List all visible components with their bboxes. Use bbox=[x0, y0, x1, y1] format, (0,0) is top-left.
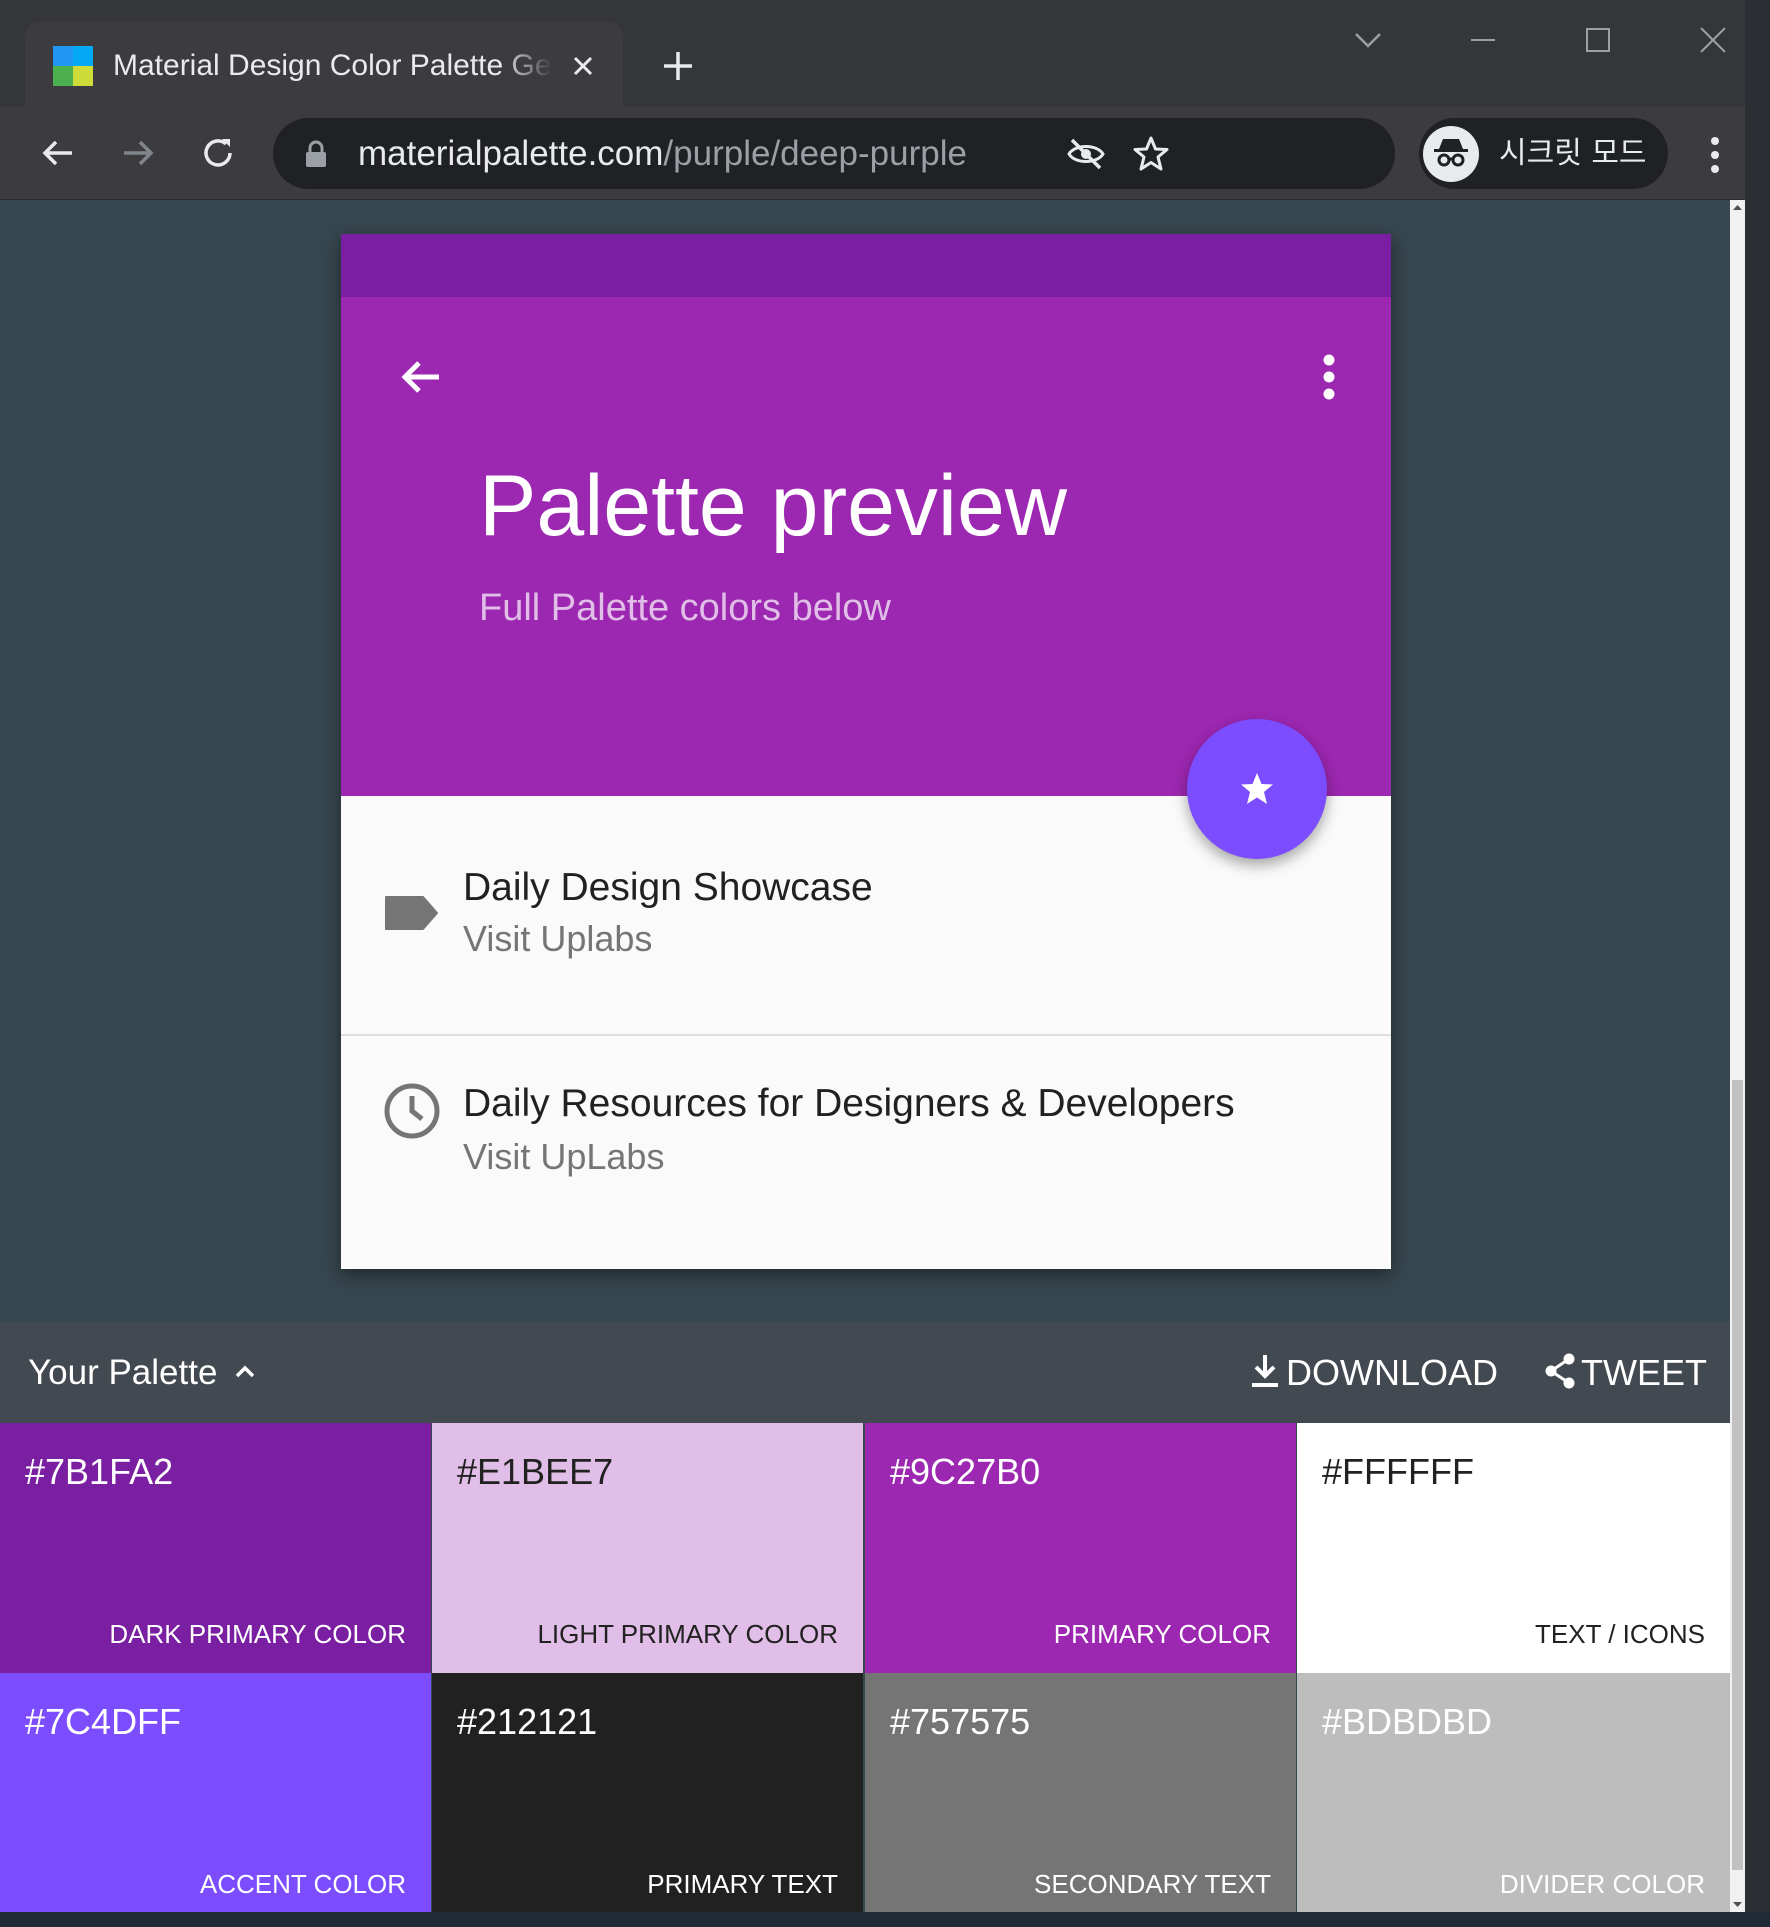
label-tag-icon bbox=[383, 884, 441, 942]
list-item[interactable]: Daily Design Showcase Visit Uplabs bbox=[341, 816, 1391, 1036]
swatch-primary-text[interactable]: #212121 PRIMARY TEXT bbox=[432, 1673, 863, 1912]
swatch-label: DARK PRIMARY COLOR bbox=[109, 1619, 406, 1649]
third-party-cookies-blocked-eye-icon[interactable] bbox=[1065, 133, 1107, 175]
list-item-secondary: Visit Uplabs bbox=[463, 918, 653, 959]
maximize-icon[interactable] bbox=[1578, 20, 1618, 60]
swatch-hex: #757575 bbox=[890, 1701, 1031, 1742]
swatch-hex: #7C4DFF bbox=[25, 1701, 182, 1742]
tab-search-chevron-down-icon[interactable] bbox=[1348, 20, 1388, 60]
incognito-label: 시크릿 모드 bbox=[1499, 136, 1647, 171]
bookmark-star-icon[interactable] bbox=[1130, 133, 1172, 175]
tab-strip: Material Design Color Palette Generator bbox=[0, 0, 1745, 107]
preview-back-arrow-icon[interactable] bbox=[396, 352, 446, 402]
list-item[interactable]: Daily Resources for Designers & Develope… bbox=[341, 1036, 1391, 1256]
list-item-primary: Daily Design Showcase bbox=[463, 866, 873, 909]
address-bar[interactable]: materialpalette.com/purple/deep-purple bbox=[273, 118, 1395, 189]
list-item-primary: Daily Resources for Designers & Develope… bbox=[463, 1082, 1235, 1125]
swatch-label: PRIMARY TEXT bbox=[647, 1869, 838, 1899]
new-tab-icon[interactable] bbox=[656, 44, 700, 88]
swatch-text-icons[interactable]: #FFFFFF TEXT / ICONS bbox=[1297, 1423, 1730, 1673]
back-arrow-icon[interactable] bbox=[34, 129, 82, 177]
scroll-down-arrow-icon[interactable] bbox=[1730, 1897, 1745, 1912]
close-window-icon[interactable] bbox=[1693, 20, 1733, 60]
swatch-hex: #E1BEE7 bbox=[457, 1451, 614, 1492]
material-palette-favicon-icon bbox=[53, 46, 93, 86]
forward-arrow-icon[interactable] bbox=[114, 129, 162, 177]
your-palette-bar: Your Palette DOWNLOAD TWEET bbox=[0, 1322, 1730, 1423]
scroll-thumb[interactable] bbox=[1732, 1080, 1743, 1870]
swatch-hex: #BDBDBD bbox=[1322, 1701, 1493, 1742]
download-button[interactable]: DOWNLOAD bbox=[1248, 1322, 1498, 1423]
os-taskbar bbox=[0, 1912, 1770, 1927]
tweet-button[interactable]: TWEET bbox=[1543, 1322, 1708, 1423]
scroll-up-arrow-icon[interactable] bbox=[1730, 200, 1745, 215]
incognito-icon bbox=[1423, 126, 1479, 182]
reload-icon[interactable] bbox=[194, 129, 242, 177]
browser-menu-icon[interactable] bbox=[1700, 131, 1730, 179]
page-viewport: Palette preview Full Palette colors belo… bbox=[0, 200, 1730, 1912]
url-text[interactable]: materialpalette.com/purple/deep-purple bbox=[358, 118, 967, 189]
swatch-label: LIGHT PRIMARY COLOR bbox=[537, 1619, 838, 1649]
swatch-label: DIVIDER COLOR bbox=[1499, 1869, 1705, 1899]
swatch-label: SECONDARY TEXT bbox=[1034, 1869, 1271, 1899]
browser-tab[interactable]: Material Design Color Palette Generator bbox=[25, 22, 623, 107]
swatch-hex: #7B1FA2 bbox=[25, 1451, 174, 1492]
swatch-label: TEXT / ICONS bbox=[1535, 1619, 1705, 1649]
preview-more-vert-icon[interactable] bbox=[1317, 352, 1341, 402]
swatch-dark-primary[interactable]: #7B1FA2 DARK PRIMARY COLOR bbox=[0, 1423, 431, 1673]
swatch-label: PRIMARY COLOR bbox=[1053, 1619, 1271, 1649]
clock-icon bbox=[383, 1082, 441, 1140]
share-icon bbox=[1545, 1353, 1575, 1389]
preview-title: Palette preview bbox=[479, 458, 1067, 554]
preview-app-bar: Palette preview Full Palette colors belo… bbox=[341, 297, 1391, 796]
list-item-secondary: Visit UpLabs bbox=[463, 1136, 665, 1177]
lock-icon[interactable] bbox=[304, 140, 328, 168]
desktop-background bbox=[1745, 0, 1770, 1912]
star-icon bbox=[1241, 773, 1273, 804]
swatch-hex: #FFFFFF bbox=[1322, 1451, 1474, 1492]
tab-close-icon[interactable] bbox=[565, 48, 601, 84]
incognito-profile-button[interactable]: 시크릿 모드 bbox=[1419, 118, 1668, 189]
preview-subtitle: Full Palette colors below bbox=[479, 587, 891, 629]
your-palette-title[interactable]: Your Palette bbox=[28, 1322, 217, 1423]
swatch-label: ACCENT COLOR bbox=[199, 1869, 406, 1899]
download-label: DOWNLOAD bbox=[1286, 1352, 1499, 1393]
url-path: /purple/deep-purple bbox=[663, 134, 967, 173]
swatch-secondary-text[interactable]: #757575 SECONDARY TEXT bbox=[865, 1673, 1296, 1912]
tweet-label: TWEET bbox=[1581, 1352, 1707, 1393]
browser-toolbar: materialpalette.com/purple/deep-purple 시… bbox=[0, 107, 1745, 200]
swatch-hex: #212121 bbox=[457, 1701, 598, 1742]
minimize-icon[interactable] bbox=[1463, 20, 1503, 60]
swatch-accent[interactable]: #7C4DFF ACCENT COLOR bbox=[0, 1673, 431, 1912]
url-domain: materialpalette.com bbox=[358, 134, 664, 173]
preview-status-bar bbox=[341, 234, 1391, 297]
swatch-hex: #9C27B0 bbox=[890, 1451, 1041, 1492]
palette-preview-card: Palette preview Full Palette colors belo… bbox=[341, 234, 1391, 1269]
swatch-primary[interactable]: #9C27B0 PRIMARY COLOR bbox=[865, 1423, 1296, 1673]
chevron-up-icon[interactable] bbox=[231, 1358, 259, 1386]
swatch-light-primary[interactable]: #E1BEE7 LIGHT PRIMARY COLOR bbox=[432, 1423, 863, 1673]
tab-title: Material Design Color Palette Generator bbox=[113, 49, 553, 82]
download-icon bbox=[1252, 1355, 1278, 1387]
page-scrollbar[interactable] bbox=[1730, 200, 1745, 1912]
swatch-divider[interactable]: #BDBDBD DIVIDER COLOR bbox=[1297, 1673, 1730, 1912]
